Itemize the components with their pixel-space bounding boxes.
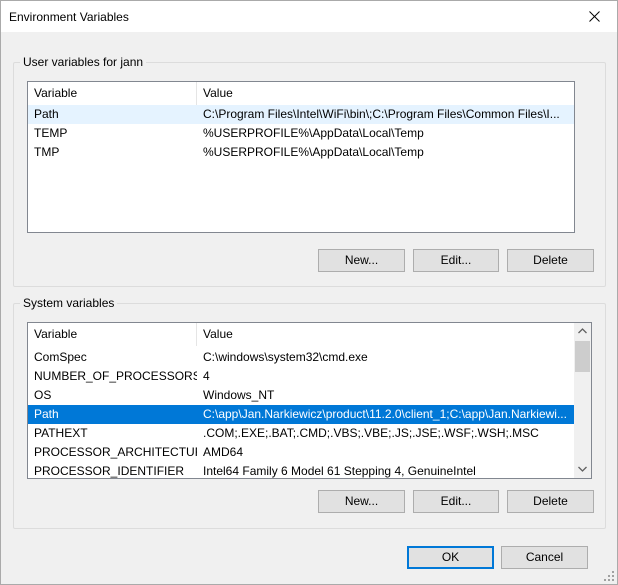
chevron-up-icon xyxy=(578,328,587,334)
column-header-variable[interactable]: Variable xyxy=(28,323,196,346)
column-header-value[interactable]: Value xyxy=(197,82,573,105)
system-row-processor-identifier[interactable]: PROCESSOR_IDENTIFIER Intel64 Family 6 Mo… xyxy=(28,462,574,478)
variable-value: %USERPROFILE%\AppData\Local\Temp xyxy=(203,145,424,159)
variable-name: Path xyxy=(34,407,59,421)
variable-value: C:\app\Jan.Narkiewicz\product\11.2.0\cli… xyxy=(203,407,567,421)
variable-value: Intel64 Family 6 Model 61 Stepping 4, Ge… xyxy=(203,464,476,478)
variable-name: PROCESSOR_ARCHITECTURE xyxy=(34,445,197,459)
variable-value: %USERPROFILE%\AppData\Local\Temp xyxy=(203,126,424,140)
system-variables-list[interactable]: Variable Value ComSpec C:\windows\system… xyxy=(27,322,592,479)
user-row-temp[interactable]: TEMP %USERPROFILE%\AppData\Local\Temp xyxy=(28,124,574,143)
column-header-variable[interactable]: Variable xyxy=(28,82,196,105)
system-row-processor-architecture[interactable]: PROCESSOR_ARCHITECTURE AMD64 xyxy=(28,443,574,462)
user-edit-button[interactable]: Edit... xyxy=(413,249,499,272)
system-delete-button[interactable]: Delete xyxy=(507,490,594,513)
system-list-scrollbar[interactable] xyxy=(574,323,591,478)
variable-value: C:\Program Files\Intel\WiFi\bin\;C:\Prog… xyxy=(203,107,560,121)
variable-name: Path xyxy=(34,107,59,121)
scroll-down-button[interactable] xyxy=(574,461,591,478)
user-variables-list[interactable]: Variable Value Path C:\Program Files\Int… xyxy=(27,81,575,233)
user-list-header: Variable Value xyxy=(28,82,574,105)
variable-value: .COM;.EXE;.BAT;.CMD;.VBS;.VBE;.JS;.JSE;.… xyxy=(203,426,539,440)
cancel-button[interactable]: Cancel xyxy=(501,546,588,569)
variable-value: 4 xyxy=(203,369,210,383)
system-variables-group: System variables Variable Value ComSpec … xyxy=(13,296,606,529)
system-new-button[interactable]: New... xyxy=(318,490,405,513)
system-edit-button[interactable]: Edit... xyxy=(413,490,499,513)
variable-name: TEMP xyxy=(34,126,68,140)
variable-name: TMP xyxy=(34,145,60,159)
system-list-header: Variable Value xyxy=(28,323,574,346)
variable-name: ComSpec xyxy=(34,350,87,364)
system-row-comspec[interactable]: ComSpec C:\windows\system32\cmd.exe xyxy=(28,348,574,367)
environment-variables-dialog: Environment Variables User variables for… xyxy=(0,0,618,585)
close-button[interactable] xyxy=(572,1,617,32)
variable-name: NUMBER_OF_PROCESSORS xyxy=(34,369,197,383)
user-delete-button[interactable]: Delete xyxy=(507,249,594,272)
system-row-os[interactable]: OS Windows_NT xyxy=(28,386,574,405)
chevron-down-icon xyxy=(578,466,587,472)
variable-value: AMD64 xyxy=(203,445,244,459)
variable-value: Windows_NT xyxy=(203,388,275,402)
window-title: Environment Variables xyxy=(9,10,129,24)
scroll-thumb[interactable] xyxy=(575,341,590,372)
system-row-path[interactable]: Path C:\app\Jan.Narkiewicz\product\11.2.… xyxy=(28,405,574,424)
scroll-up-button[interactable] xyxy=(574,323,591,340)
variable-name: PATHEXT xyxy=(34,426,88,440)
system-row-pathext[interactable]: PATHEXT .COM;.EXE;.BAT;.CMD;.VBS;.VBE;.J… xyxy=(28,424,574,443)
variable-name: OS xyxy=(34,388,52,402)
close-icon xyxy=(589,11,600,22)
system-variables-label: System variables xyxy=(20,296,118,310)
column-header-value[interactable]: Value xyxy=(197,323,573,346)
user-variables-label: User variables for jann xyxy=(20,55,147,69)
title-bar[interactable]: Environment Variables xyxy=(1,1,617,32)
resize-grip-icon[interactable] xyxy=(603,570,615,582)
user-row-tmp[interactable]: TMP %USERPROFILE%\AppData\Local\Temp xyxy=(28,143,574,162)
user-variables-group: User variables for jann Variable Value P… xyxy=(13,55,606,287)
ok-button[interactable]: OK xyxy=(407,546,494,569)
system-row-number-of-processors[interactable]: NUMBER_OF_PROCESSORS 4 xyxy=(28,367,574,386)
variable-value: C:\windows\system32\cmd.exe xyxy=(203,350,368,364)
user-row-path[interactable]: Path C:\Program Files\Intel\WiFi\bin\;C:… xyxy=(28,105,574,124)
variable-name: PROCESSOR_IDENTIFIER xyxy=(34,464,185,478)
user-new-button[interactable]: New... xyxy=(318,249,405,272)
